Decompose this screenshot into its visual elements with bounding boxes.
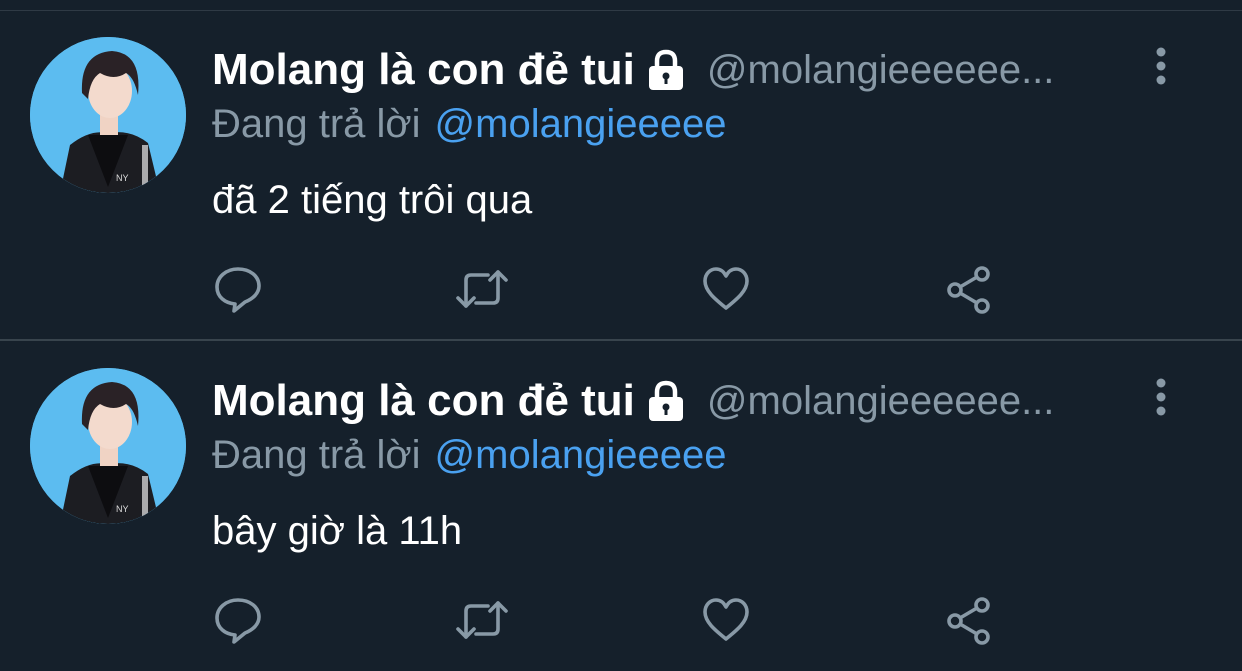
replying-to: Đang trả lời @molangieeeee: [212, 433, 726, 478]
retweet-button[interactable]: [455, 264, 508, 314]
avatar[interactable]: NY: [30, 368, 186, 524]
tweet-text: bây giờ là 11h: [212, 509, 463, 553]
more-vertical-icon[interactable]: [1148, 46, 1174, 86]
lock-icon: [643, 378, 689, 424]
tweet-text: đã 2 tiếng trôi qua: [212, 178, 533, 222]
reply-icon: [215, 598, 261, 644]
reply-button[interactable]: [213, 264, 263, 314]
like-icon: [703, 598, 749, 641]
replying-to: Đang trả lời @molangieeeee: [212, 102, 726, 147]
replying-to-handle[interactable]: @molangieeeee: [435, 433, 727, 477]
display-name[interactable]: Molang là con đẻ tui: [212, 376, 635, 426]
retweet-icon: [456, 601, 508, 639]
lock-icon: [643, 47, 689, 93]
tweet-header: Molang là con đẻ tui @molangieeeeee...: [212, 42, 1067, 98]
user-handle[interactable]: @molangieeeeee...: [707, 379, 1067, 424]
retweet-button[interactable]: [455, 595, 508, 645]
avatar[interactable]: NY: [30, 37, 186, 193]
reply-icon: [215, 267, 261, 313]
share-icon: [947, 597, 990, 645]
more-vertical-icon[interactable]: [1148, 377, 1174, 417]
reply-button[interactable]: [213, 595, 263, 645]
replying-to-label: Đang trả lời: [212, 102, 421, 146]
user-handle[interactable]: @molangieeeeee...: [707, 48, 1067, 93]
tweet-item[interactable]: NY Molang là con đẻ tui @molangieeeeee..…: [0, 10, 1242, 341]
replying-to-handle[interactable]: @molangieeeee: [435, 102, 727, 146]
tweet-item[interactable]: NY Molang là con đẻ tui @molangieeeeee..…: [0, 341, 1242, 671]
display-name[interactable]: Molang là con đẻ tui: [212, 45, 635, 95]
tweet-header: Molang là con đẻ tui @molangieeeeee...: [212, 373, 1067, 429]
replying-to-label: Đang trả lời: [212, 433, 421, 477]
share-icon: [947, 266, 990, 314]
like-button[interactable]: [701, 264, 751, 314]
like-icon: [703, 267, 749, 310]
share-button[interactable]: [944, 595, 994, 645]
like-button[interactable]: [701, 595, 751, 645]
retweet-icon: [456, 270, 508, 308]
share-button[interactable]: [944, 264, 994, 314]
svg-text:NY: NY: [116, 504, 129, 514]
svg-text:NY: NY: [116, 173, 129, 183]
